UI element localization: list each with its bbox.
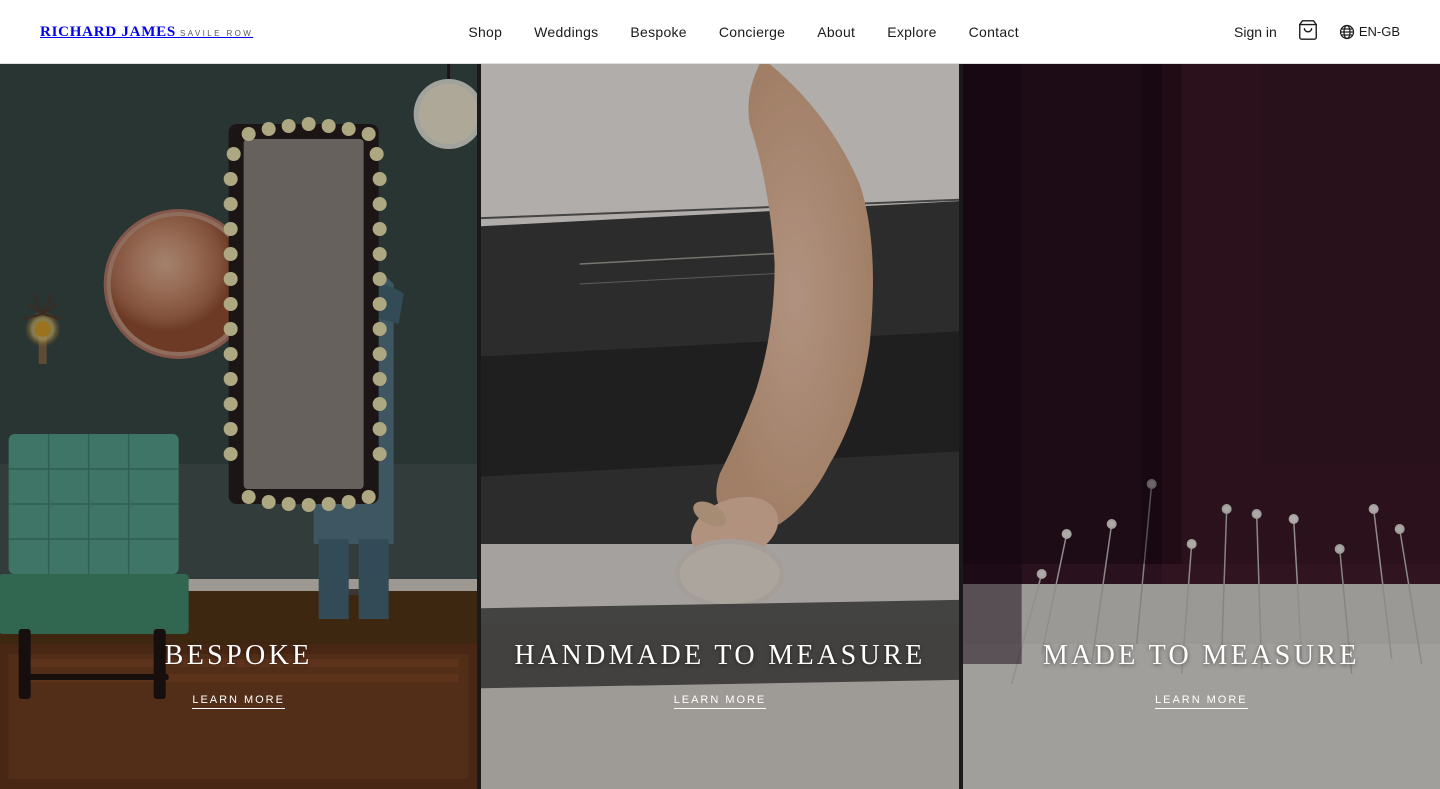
bespoke-cta[interactable]: LEARN MORE (192, 694, 285, 709)
nav-about[interactable]: About (817, 24, 855, 40)
header: RICHARD JAMES SAVILE ROW Shop Weddings B… (0, 0, 1440, 64)
header-actions: Sign in EN-GB (1234, 19, 1400, 44)
nav-explore[interactable]: Explore (887, 24, 936, 40)
signin-link[interactable]: Sign in (1234, 24, 1277, 40)
bespoke-content: BESPOKE LEARN MORE (165, 640, 313, 709)
globe-icon (1339, 24, 1355, 40)
language-selector[interactable]: EN-GB (1339, 24, 1400, 40)
panel-bespoke: BESPOKE LEARN MORE (0, 64, 477, 789)
panel-made-to-measure: MADE TO MEASURE LEARN MORE (959, 64, 1440, 789)
made-to-measure-content: MADE TO MEASURE LEARN MORE (1043, 640, 1360, 709)
handmade-cta[interactable]: LEARN MORE (674, 694, 767, 709)
nav-weddings[interactable]: Weddings (534, 24, 598, 40)
logo-sub-text: SAVILE ROW (180, 29, 253, 38)
made-to-measure-cta[interactable]: LEARN MORE (1155, 694, 1248, 709)
bespoke-title: BESPOKE (165, 640, 313, 672)
panel-handmade: HANDMADE TO MEASURE LEARN MORE (477, 64, 958, 789)
language-label: EN-GB (1359, 24, 1400, 39)
logo-main-text: RICHARD JAMES (40, 24, 176, 40)
nav-contact[interactable]: Contact (969, 24, 1019, 40)
panels-container: BESPOKE LEARN MORE (0, 64, 1440, 789)
main-nav: Shop Weddings Bespoke Concierge About Ex… (468, 24, 1019, 40)
nav-concierge[interactable]: Concierge (719, 24, 785, 40)
cart-icon (1297, 19, 1319, 41)
brand-logo[interactable]: RICHARD JAMES SAVILE ROW (40, 23, 253, 41)
nav-shop[interactable]: Shop (468, 24, 502, 40)
handmade-title: HANDMADE TO MEASURE (514, 640, 925, 672)
handmade-content: HANDMADE TO MEASURE LEARN MORE (514, 640, 925, 709)
made-to-measure-title: MADE TO MEASURE (1043, 640, 1360, 672)
cart-button[interactable] (1297, 19, 1319, 44)
nav-bespoke[interactable]: Bespoke (630, 24, 686, 40)
